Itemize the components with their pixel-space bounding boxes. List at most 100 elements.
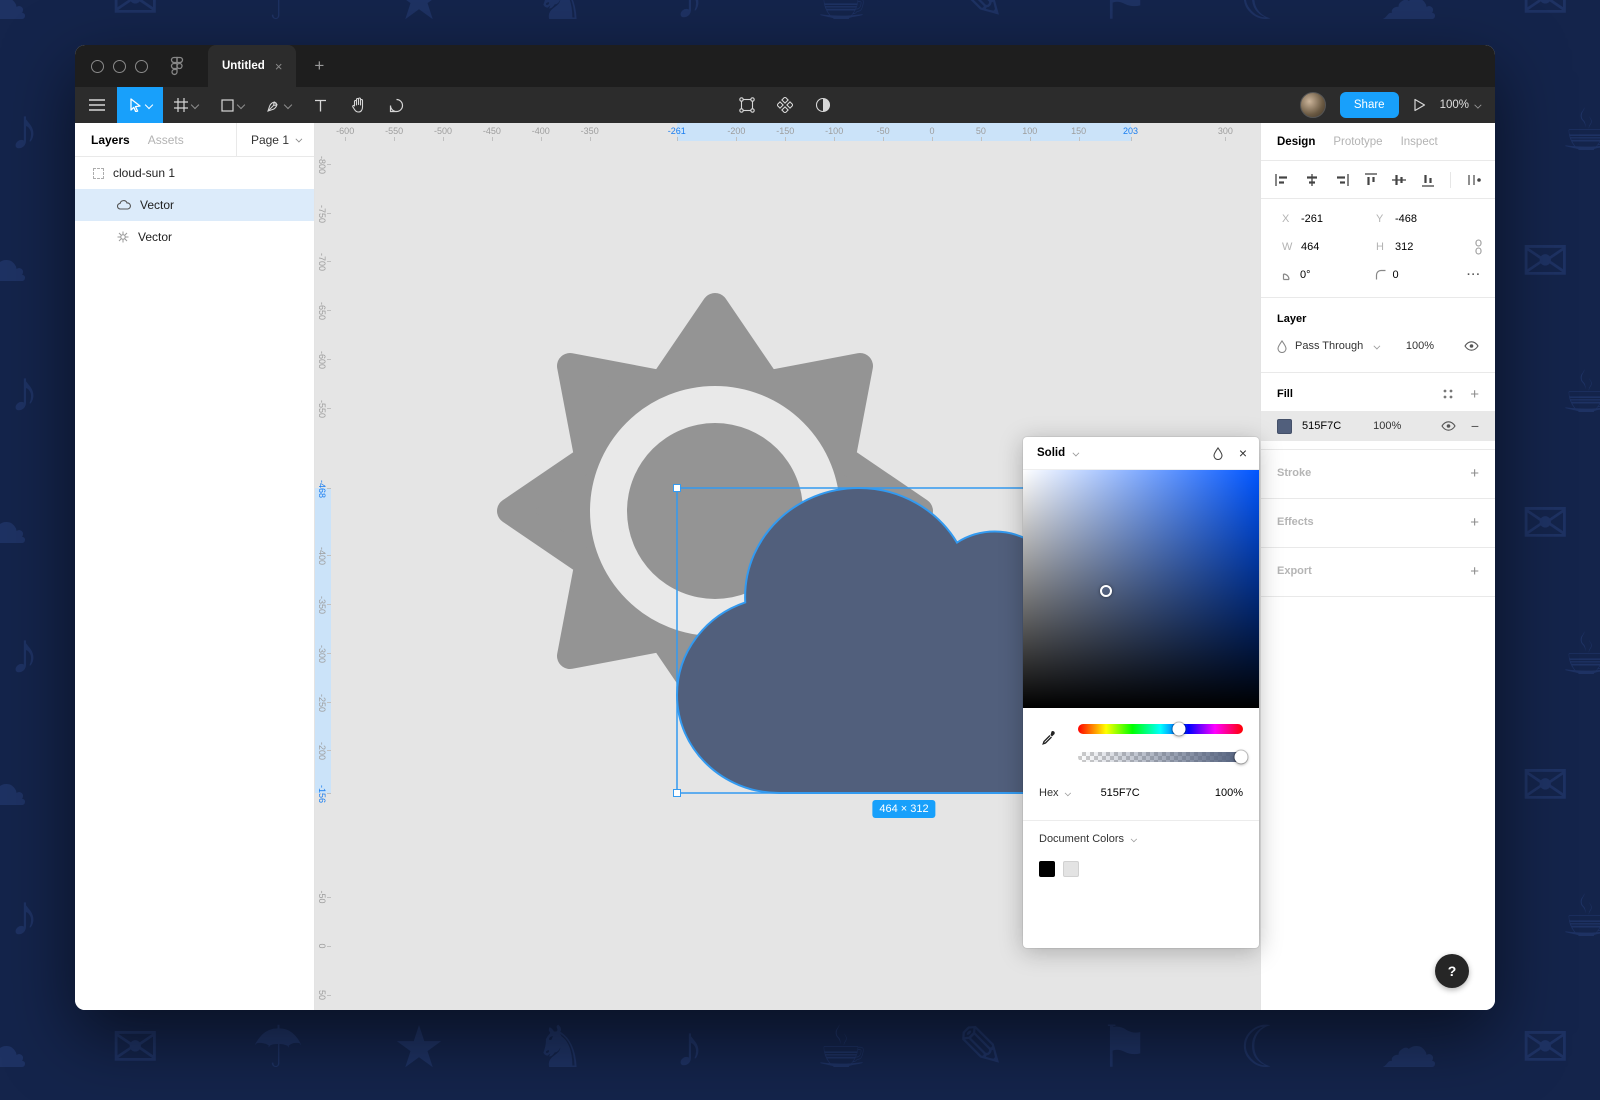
- edit-object-button[interactable]: [739, 87, 755, 123]
- figma-window: Untitled × +: [75, 45, 1495, 1010]
- user-avatar[interactable]: [1300, 92, 1326, 118]
- comment-tool-button[interactable]: [377, 87, 415, 123]
- fill-color-swatch[interactable]: [1277, 419, 1292, 434]
- styles-icon[interactable]: [1442, 388, 1454, 400]
- divider: [1450, 172, 1451, 188]
- wallpaper-glyph-icon: ✉: [111, 0, 160, 33]
- shape-tool-chevron-icon[interactable]: [237, 102, 244, 109]
- corner-radius-input[interactable]: 0: [1393, 269, 1399, 281]
- close-icon[interactable]: ×: [1239, 445, 1247, 461]
- text-tool-button[interactable]: [301, 87, 339, 123]
- align-v-center-icon[interactable]: [1392, 174, 1406, 186]
- window-minimize-button[interactable]: [113, 60, 126, 73]
- page-selector[interactable]: Page 1: [236, 123, 302, 156]
- tidy-up-icon[interactable]: [1467, 174, 1481, 186]
- wallpaper-glyph-icon: ⚑: [1098, 1013, 1150, 1081]
- mask-button[interactable]: [815, 87, 831, 123]
- wallpaper-glyph-icon: ♪: [10, 358, 39, 425]
- add-stroke-button[interactable]: +: [1470, 465, 1479, 482]
- eyedropper-icon[interactable]: [1041, 730, 1057, 746]
- selection-handle-bl[interactable]: [674, 790, 681, 797]
- ruler-horizontal[interactable]: -600-550-500-450-400-350-261-200-150-100…: [315, 123, 1260, 141]
- toolbar-right: Share 100%: [1300, 87, 1481, 123]
- selection-size-badge: 464 × 312: [872, 800, 935, 818]
- y-input[interactable]: -468: [1395, 213, 1417, 225]
- align-top-icon[interactable]: [1365, 173, 1377, 187]
- tab-prototype[interactable]: Prototype: [1333, 136, 1382, 148]
- alpha-slider[interactable]: [1078, 752, 1243, 762]
- ruler-label: 100: [1022, 126, 1037, 136]
- layer-row-cloud[interactable]: Vector: [75, 189, 314, 221]
- align-bottom-icon[interactable]: [1422, 173, 1434, 187]
- blend-mode-select[interactable]: Pass Through: [1295, 340, 1363, 352]
- fill-hex-input[interactable]: 515F7C: [1302, 420, 1341, 432]
- picker-opacity-input[interactable]: 100%: [1215, 787, 1243, 799]
- menu-button[interactable]: [77, 87, 117, 123]
- layer-row-sun[interactable]: Vector: [75, 221, 314, 253]
- tab-design[interactable]: Design: [1277, 136, 1315, 148]
- window-close-button[interactable]: [91, 60, 104, 73]
- rectangle-icon: [221, 99, 234, 112]
- rotation-input[interactable]: 0°: [1300, 269, 1311, 281]
- add-export-button[interactable]: +: [1470, 563, 1479, 580]
- ruler-label: -261: [668, 126, 686, 136]
- align-right-icon[interactable]: [1335, 174, 1349, 186]
- pen-tool-chevron-icon[interactable]: [284, 102, 291, 109]
- mask-icon: [815, 97, 831, 113]
- move-tool-chevron-icon[interactable]: [145, 102, 152, 109]
- align-h-center-icon[interactable]: [1305, 174, 1319, 186]
- pen-tool-button[interactable]: [255, 87, 301, 123]
- layer-opacity-input[interactable]: 100%: [1406, 340, 1434, 352]
- layer-visibility-eye-icon[interactable]: [1464, 341, 1479, 351]
- new-tab-button[interactable]: +: [314, 56, 324, 76]
- layer-row-frame[interactable]: cloud-sun 1: [75, 157, 314, 189]
- help-button[interactable]: ?: [1435, 954, 1469, 988]
- hue-slider[interactable]: [1078, 724, 1243, 734]
- fill-visibility-eye-icon[interactable]: [1441, 421, 1456, 431]
- ruler-vertical[interactable]: -800-750-700-650-600-550-468-400-350-300…: [315, 123, 331, 1010]
- blend-icon[interactable]: [1213, 447, 1223, 460]
- color-picker-handle[interactable]: [1100, 585, 1112, 597]
- hex-value-input[interactable]: 515F7C: [1101, 787, 1140, 799]
- hue-slider-handle[interactable]: [1173, 723, 1186, 736]
- frame-tool-chevron-icon[interactable]: [191, 102, 198, 109]
- tab-inspect[interactable]: Inspect: [1401, 136, 1438, 148]
- document-color-swatch[interactable]: [1039, 861, 1055, 877]
- frame-tool-button[interactable]: [163, 87, 209, 123]
- edit-object-icon: [739, 97, 755, 113]
- paint-type-select[interactable]: Solid: [1037, 447, 1079, 459]
- color-format-select[interactable]: Hex: [1039, 787, 1071, 799]
- present-button[interactable]: [1413, 87, 1426, 123]
- move-tool-button[interactable]: [117, 87, 163, 123]
- wallpaper-glyph-icon: ☁: [1380, 1013, 1438, 1081]
- remove-fill-button[interactable]: −: [1471, 418, 1479, 434]
- hand-tool-button[interactable]: [339, 87, 377, 123]
- align-left-icon[interactable]: [1275, 174, 1289, 186]
- alpha-slider-handle[interactable]: [1234, 751, 1247, 764]
- shape-tool-button[interactable]: [209, 87, 255, 123]
- document-tab[interactable]: Untitled ×: [208, 45, 296, 87]
- zoom-control[interactable]: 100%: [1440, 99, 1481, 111]
- width-input[interactable]: 464: [1301, 241, 1319, 253]
- add-fill-button[interactable]: +: [1470, 386, 1479, 403]
- document-colors-header[interactable]: Document Colors: [1039, 833, 1137, 845]
- tab-close-icon[interactable]: ×: [275, 59, 283, 74]
- tab-assets[interactable]: Assets: [148, 133, 184, 147]
- fill-row[interactable]: 515F7C 100% −: [1261, 411, 1495, 441]
- fill-opacity-input[interactable]: 100%: [1373, 420, 1401, 432]
- height-input[interactable]: 312: [1395, 241, 1413, 253]
- constrain-proportions-toggle[interactable]: [1474, 239, 1483, 258]
- document-color-swatch[interactable]: [1063, 861, 1079, 877]
- share-button[interactable]: Share: [1340, 92, 1399, 118]
- add-effect-button[interactable]: +: [1470, 514, 1479, 531]
- ruler-label: -400: [317, 547, 327, 563]
- more-options-button[interactable]: ···: [1467, 269, 1481, 281]
- create-component-button[interactable]: [777, 87, 793, 123]
- ruler-label: -150: [776, 126, 794, 136]
- window-zoom-button[interactable]: [135, 60, 148, 73]
- wallpaper-glyph-icon: ☕: [1561, 620, 1600, 688]
- selection-handle-tl[interactable]: [674, 485, 681, 492]
- tab-layers[interactable]: Layers: [91, 133, 130, 147]
- x-input[interactable]: -261: [1301, 213, 1323, 225]
- saturation-brightness-area[interactable]: [1023, 470, 1259, 708]
